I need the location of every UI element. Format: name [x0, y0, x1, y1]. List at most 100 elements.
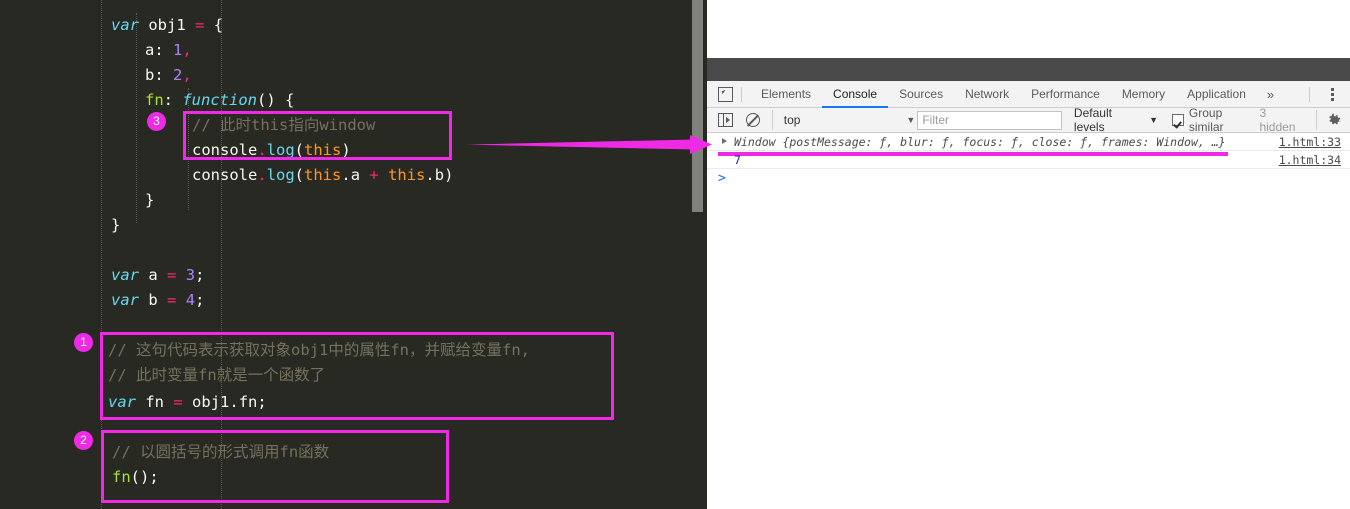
token-operator: =: [173, 393, 183, 411]
token-parens: () {: [257, 91, 295, 109]
console-message-source[interactable]: 1.html:34: [1279, 151, 1341, 169]
filter-placeholder-text: Filter: [922, 112, 950, 127]
token-operator: +: [369, 166, 379, 184]
code-line: // 此时this指向window: [192, 113, 375, 138]
code-line: var b = 4;: [111, 288, 204, 313]
group-similar-checkbox[interactable]: Group similar: [1172, 106, 1259, 134]
token-object: console: [192, 166, 258, 184]
console-message-object[interactable]: Window {postMessage: ƒ, blur: ƒ, focus: …: [707, 133, 1350, 156]
token-this: this: [388, 166, 426, 184]
token-comma: ,: [182, 66, 192, 84]
console-output[interactable]: Window {postMessage: ƒ, blur: ƒ, focus: …: [707, 133, 1350, 509]
token-function-call: fn: [112, 468, 131, 486]
tab-performance[interactable]: Performance: [1020, 81, 1111, 108]
log-levels-select[interactable]: Default levels ▼: [1074, 106, 1158, 134]
page-viewport-blank: [707, 0, 1350, 58]
execution-context-select[interactable]: top ▼: [771, 110, 916, 130]
console-sidebar-icon[interactable]: [718, 113, 733, 127]
token-brace: }: [111, 216, 121, 234]
token-semicolon: ;: [195, 291, 205, 309]
token-semicolon: ;: [257, 393, 267, 411]
screenshot-root: var obj1 = { a: 1, b: 2, fn: function() …: [0, 0, 1350, 509]
devtools-panel: ✕ Elements Console Sources Network Perfo…: [707, 0, 1350, 509]
token-identifier: obj1: [148, 16, 186, 34]
token-prop: a: [350, 166, 361, 184]
token-comma: ,: [182, 41, 192, 59]
execution-context-value: top: [783, 113, 801, 127]
chevron-down-icon: ▼: [906, 115, 916, 125]
token-this: this: [304, 166, 342, 184]
token-key: a: [145, 41, 155, 59]
code-editor-pane[interactable]: var obj1 = { a: 1, b: 2, fn: function() …: [0, 0, 707, 509]
hidden-messages-count: 3 hidden: [1259, 106, 1296, 134]
token-keyword: var: [108, 393, 136, 411]
token-parens: ();: [130, 468, 159, 486]
code-line: console.log(this.a + this.b): [192, 163, 453, 188]
code-line: // 以圆括号的形式调用fn函数: [112, 440, 329, 465]
token-colon: :: [163, 91, 183, 109]
console-prompt-row[interactable]: >: [707, 169, 1350, 189]
code-line: a: 1,: [145, 38, 192, 63]
console-toolbar: top ▼ Filter Default levels ▼ Group simi…: [707, 106, 1350, 134]
kebab-menu-icon[interactable]: [1325, 86, 1341, 102]
more-tabs-icon[interactable]: »: [1257, 81, 1284, 108]
tab-sources[interactable]: Sources: [888, 81, 954, 108]
scrollbar-thumb[interactable]: [692, 0, 703, 212]
code-line: var obj1 = {: [111, 13, 223, 38]
divider: [1309, 86, 1310, 102]
code-line: var fn = obj1.fn;: [108, 390, 267, 415]
code-text-area[interactable]: var obj1 = { a: 1, b: 2, fn: function() …: [0, 0, 697, 509]
tab-application[interactable]: Application: [1176, 81, 1257, 108]
editor-vertical-scrollbar[interactable]: [692, 0, 703, 509]
console-message-text: Window {postMessage: ƒ, blur: ƒ, focus: …: [734, 135, 1226, 149]
token-dot: .: [257, 141, 267, 159]
console-message-number[interactable]: 7 1.html:34: [707, 151, 1350, 169]
token-number: 4: [185, 291, 196, 309]
clear-console-icon[interactable]: [745, 113, 760, 127]
divider: [741, 86, 742, 102]
token-prop: b: [434, 166, 445, 184]
expand-triangle-icon[interactable]: [722, 138, 727, 144]
token-operator: =: [167, 266, 177, 284]
log-levels-value: Default levels: [1073, 106, 1112, 134]
token-object: console: [192, 141, 258, 159]
token-dot: .: [229, 393, 239, 411]
console-message-source[interactable]: 1.html:33: [1279, 133, 1341, 151]
token-dot: .: [257, 166, 267, 184]
token-key: b: [145, 66, 155, 84]
token-number: 3: [185, 266, 196, 284]
token-key: fn: [145, 91, 164, 109]
token-paren: ): [341, 141, 351, 159]
token-comment: // 此时变量fn就是一个函数了: [108, 366, 326, 384]
tab-network[interactable]: Network: [954, 81, 1020, 108]
token-identifier: fn: [145, 393, 165, 411]
devtools-titlebar: ✕: [707, 58, 1350, 136]
tab-console[interactable]: Console: [822, 81, 889, 108]
tab-elements[interactable]: Elements: [750, 81, 822, 108]
settings-gear-button[interactable]: [1316, 110, 1342, 130]
console-message-text: 7: [734, 153, 741, 167]
token-keyword: function: [182, 91, 257, 109]
token-identifier: a: [148, 266, 158, 284]
gear-icon: [1329, 112, 1341, 124]
code-line: // 此时变量fn就是一个函数了: [108, 363, 325, 388]
indent-guide: [101, 0, 102, 509]
token-method: log: [266, 141, 295, 159]
token-keyword: var: [111, 291, 139, 309]
token-colon: :: [154, 66, 174, 84]
code-line: console.log(this): [192, 138, 351, 163]
tab-memory[interactable]: Memory: [1111, 81, 1176, 108]
inspect-element-icon[interactable]: [718, 86, 733, 102]
code-line: b: 2,: [145, 63, 192, 88]
filter-input[interactable]: Filter: [917, 110, 1062, 130]
annotation-badge-3: 3: [147, 112, 166, 131]
token-keyword: var: [111, 16, 139, 34]
checkbox-checked-icon[interactable]: [1172, 114, 1184, 126]
